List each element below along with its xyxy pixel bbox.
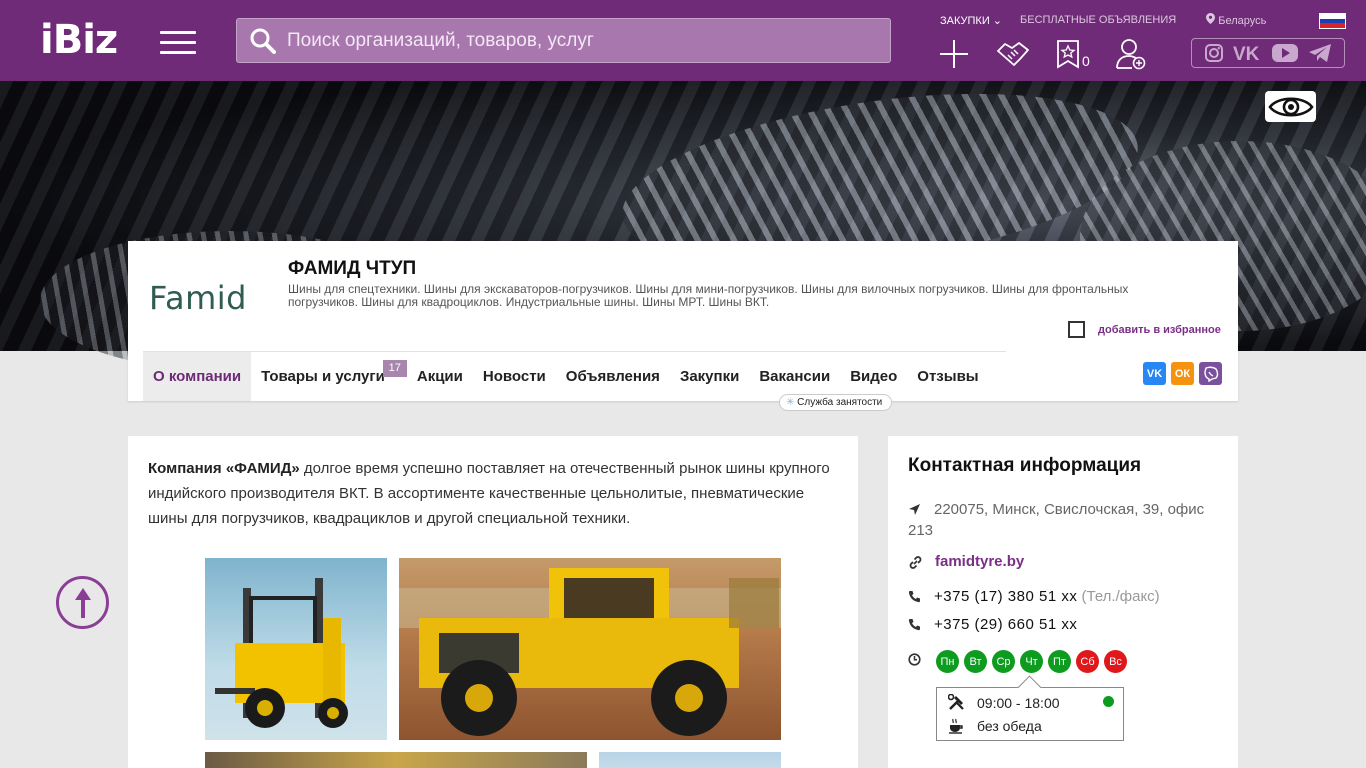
day-tue[interactable]: Вт: [964, 650, 987, 673]
tab-news[interactable]: Новости: [473, 352, 556, 401]
company-card: Famid ФАМИД ЧТУП Шины для спецтехники. Ш…: [128, 241, 1238, 411]
company-name: ФАМИД ЧТУП: [288, 258, 417, 279]
address: 220075, Минск, Свислочская, 39, офис 213: [908, 501, 1205, 539]
location-pin-icon: [1206, 13, 1216, 24]
search-input[interactable]: [287, 19, 877, 62]
day-wed[interactable]: Ср: [992, 650, 1015, 673]
day-mon[interactable]: Пн: [936, 650, 959, 673]
wheel-loader-photo[interactable]: [399, 558, 781, 740]
equipment-photo[interactable]: [205, 752, 587, 768]
phone-icon: [908, 591, 920, 603]
star-bookmark-icon: [1057, 40, 1079, 69]
day-fri[interactable]: Пт: [1048, 650, 1071, 673]
top-header: iBiz ЗАКУПКИ ⌄ БЕСПЛАТНЫЕ ОБЪЯВЛЕНИЯ Бел…: [0, 0, 1366, 81]
contacts-title: Контактная информация: [908, 455, 1142, 476]
telegram-icon[interactable]: [1308, 43, 1332, 63]
site-logo[interactable]: iBiz: [40, 20, 118, 60]
open-status-indicator: [1103, 696, 1114, 707]
top-links: ЗАКУПКИ ⌄ БЕСПЛАТНЫЕ ОБЪЯВЛЕНИЯ Беларусь: [940, 13, 1266, 27]
plus-icon[interactable]: [938, 38, 970, 70]
work-hours-row: 09:00 - 18:00: [948, 694, 1060, 711]
goods-count-badge: 17: [382, 360, 407, 377]
day-thu[interactable]: Чт: [1020, 650, 1043, 673]
share-buttons: VK ОК: [1143, 362, 1222, 385]
tab-purchases[interactable]: Закупки: [670, 352, 749, 401]
lunch-row: без обеда: [948, 717, 1042, 734]
navigation-arrow-icon: [909, 504, 920, 515]
tab-ads[interactable]: Объявления: [556, 352, 670, 401]
tools-icon: [948, 694, 964, 710]
menu-burger-icon[interactable]: [160, 31, 196, 54]
company-logo: Famid: [149, 279, 247, 317]
header-actions: 0: [938, 38, 1172, 70]
eye-icon: [1267, 96, 1314, 117]
search-bar[interactable]: [236, 18, 891, 63]
chevron-down-icon: ⌄: [992, 14, 1003, 27]
arrow-up-icon: [74, 587, 91, 618]
phone-icon: [908, 619, 920, 631]
user-add-icon[interactable]: [1115, 38, 1146, 70]
phone-1[interactable]: +375 (17) 380 51 xx (Тел./факс): [908, 588, 1160, 605]
schedule-popup: 09:00 - 18:00 без обеда: [936, 687, 1124, 741]
free-ads-link[interactable]: БЕСПЛАТНЫЕ ОБЪЯВЛЕНИЯ: [1020, 14, 1176, 26]
equipment-photo[interactable]: [599, 752, 781, 768]
website-link[interactable]: famidtyre.by: [908, 553, 1024, 570]
phone-2[interactable]: +375 (29) 660 51 xx: [908, 616, 1077, 633]
svg-text:VK: VK: [1233, 44, 1260, 62]
clock-icon: [908, 653, 921, 666]
instagram-icon[interactable]: [1204, 43, 1224, 63]
favorites-button[interactable]: 0: [1056, 39, 1090, 69]
forklift-photo[interactable]: [205, 558, 387, 740]
youtube-icon[interactable]: [1271, 43, 1299, 63]
social-links: VK: [1191, 38, 1345, 68]
handshake-icon[interactable]: [996, 39, 1030, 69]
link-icon: [909, 556, 922, 569]
scroll-up-button[interactable]: [56, 576, 109, 629]
add-to-favorites-label: добавить в избранное: [1098, 323, 1221, 336]
working-days: Пн Вт Ср Чт Пт Сб Вс: [936, 650, 1127, 673]
tab-reviews[interactable]: Отзывы: [907, 352, 988, 401]
vk-share-icon[interactable]: VK: [1143, 362, 1166, 385]
search-icon: [250, 28, 276, 54]
ok-share-icon[interactable]: ОК: [1171, 362, 1194, 385]
work-hours: 09:00 - 18:00: [977, 694, 1060, 711]
visually-impaired-button[interactable]: [1265, 91, 1316, 122]
about-text: Компания «ФАМИД» долгое время успешно по…: [148, 460, 830, 527]
day-sun[interactable]: Вс: [1104, 650, 1127, 673]
viber-share-icon[interactable]: [1199, 362, 1222, 385]
about-section: Компания «ФАМИД» долгое время успешно по…: [128, 436, 858, 768]
company-description: Шины для спецтехники. Шины для экскавато…: [288, 282, 1129, 309]
lunch-info: без обеда: [977, 717, 1042, 734]
favorite-checkbox[interactable]: [1068, 321, 1085, 338]
jobs-service-tooltip[interactable]: ✳ Служба занятости: [779, 394, 893, 411]
tab-goods-services[interactable]: Товары и услуги 17: [251, 352, 407, 401]
contacts-panel: Контактная информация 220075, Минск, Сви…: [888, 436, 1238, 768]
add-to-favorites[interactable]: добавить в избранное: [1068, 321, 1221, 338]
coffee-cup-icon: [949, 718, 963, 734]
tab-about[interactable]: О компании: [143, 352, 252, 401]
region-selector[interactable]: Беларусь: [1206, 13, 1266, 27]
favorites-count: 0: [1082, 53, 1090, 69]
purchases-link[interactable]: ЗАКУПКИ ⌄: [940, 14, 1002, 27]
day-sat[interactable]: Сб: [1076, 650, 1099, 673]
sparkle-icon: ✳: [786, 397, 795, 408]
language-flag-icon[interactable]: [1319, 13, 1346, 29]
tab-promotions[interactable]: Акции: [407, 352, 473, 401]
vk-icon[interactable]: VK: [1233, 44, 1263, 62]
